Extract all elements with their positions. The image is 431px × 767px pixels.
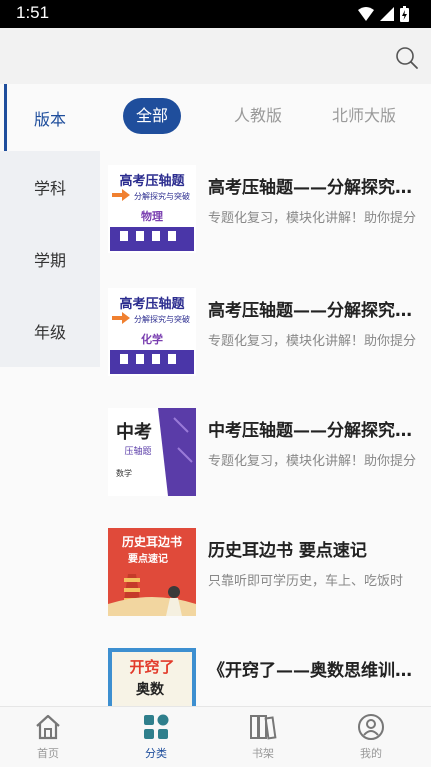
book-title: 历史耳边书 要点速记 bbox=[208, 541, 367, 561]
book-item[interactable]: 开窍了 奥数 《开窍了——奥数思维训练》 bbox=[108, 648, 431, 706]
cover-subtitle: 压轴题 bbox=[124, 445, 151, 457]
filter-sidebar: 版本 学科 学期 年级 bbox=[0, 84, 100, 367]
tab-all[interactable]: 全部 bbox=[123, 98, 181, 134]
book-item[interactable]: 高考压轴题 分解探究与突破 化学 高考压轴题——分解探究与突破 专题化复习，模块… bbox=[108, 288, 431, 388]
signal-icon bbox=[380, 7, 394, 21]
cover-heading: 高考压轴题 bbox=[119, 296, 185, 312]
status-time: 1:51 bbox=[16, 3, 50, 22]
cover-subtitle: 奥数 bbox=[136, 681, 165, 698]
book-item[interactable]: 历史耳边书 要点速记 历史耳边书 要点速记 只靠听即可学历史，车上、吃饭时 bbox=[108, 528, 431, 628]
book-cover-art: 高考压轴题 分解探究与突破 化学 bbox=[108, 288, 196, 376]
nav-home[interactable]: 首页 bbox=[18, 713, 78, 761]
cover-subject: 物理 bbox=[141, 209, 163, 223]
cover-subject: 数学 bbox=[116, 468, 132, 478]
cover-heading: 历史耳边书 bbox=[122, 534, 182, 549]
tab-pep[interactable]: 人教版 bbox=[218, 98, 298, 134]
status-bar: 1:51 bbox=[0, 0, 431, 28]
sidebar-item-label: 学期 bbox=[33, 251, 66, 270]
cover-heading: 高考压轴题 bbox=[119, 173, 185, 189]
book-description: 专题化复习，模块化讲解！助你提分 bbox=[208, 334, 417, 349]
home-icon bbox=[36, 714, 60, 740]
nav-label: 书架 bbox=[252, 747, 274, 760]
wifi-icon bbox=[358, 7, 374, 21]
book-item[interactable]: 高考压轴题 分解探究与突破 物理 高考压轴题——分解探究与突破 专题化复习，模块… bbox=[108, 165, 431, 265]
sidebar-item-label: 年级 bbox=[33, 323, 66, 342]
book-cover-art: 高考压轴题 分解探究与突破 物理 bbox=[108, 165, 196, 253]
sidebar-item-subject[interactable]: 学科 bbox=[0, 151, 100, 223]
book-title: 《开窍了——奥数思维训练》 bbox=[208, 661, 423, 681]
sidebar-item-grade[interactable]: 年级 bbox=[0, 295, 100, 367]
book-cover: 高考压轴题 分解探究与突破 物理 bbox=[108, 165, 196, 253]
nav-bookshelf[interactable]: 书架 bbox=[233, 713, 293, 761]
book-cover: 开窍了 奥数 bbox=[108, 648, 196, 706]
search-icon[interactable] bbox=[395, 46, 419, 70]
book-cover: 历史耳边书 要点速记 bbox=[108, 528, 196, 616]
cover-subject: 化学 bbox=[141, 332, 163, 346]
book-description: 只靠听即可学历史，车上、吃饭时 bbox=[208, 574, 404, 589]
cover-subtitle: 要点速记 bbox=[128, 552, 168, 565]
header bbox=[0, 28, 431, 84]
nav-label: 首页 bbox=[37, 747, 59, 760]
book-cover: 高考压轴题 分解探究与突破 化学 bbox=[108, 288, 196, 376]
nav-label: 我的 bbox=[360, 747, 382, 760]
bottom-nav: 首页 分类 书架 我的 bbox=[0, 706, 431, 767]
battery-icon bbox=[400, 6, 409, 22]
cover-subtitle: 分解探究与突破 bbox=[134, 191, 190, 201]
book-title: 高考压轴题——分解探究与突破 bbox=[208, 178, 423, 198]
book-title: 中考压轴题——分解探究与突破 bbox=[208, 421, 423, 441]
sidebar-item-label: 学科 bbox=[33, 179, 66, 198]
cover-heading: 中考 bbox=[116, 421, 152, 443]
book-cover-art: 开窍了 奥数 bbox=[108, 648, 196, 706]
book-cover-art: 中考 压轴题 数学 bbox=[108, 408, 196, 496]
book-title: 高考压轴题——分解探究与突破 bbox=[208, 301, 423, 321]
nav-category[interactable]: 分类 bbox=[126, 713, 186, 761]
book-cover: 中考 压轴题 数学 bbox=[108, 408, 196, 496]
category-icon bbox=[144, 714, 169, 739]
book-cover-art: 历史耳边书 要点速记 bbox=[108, 528, 196, 616]
sidebar-item-edition[interactable]: 版本 bbox=[0, 84, 100, 151]
nav-profile[interactable]: 我的 bbox=[341, 713, 401, 761]
tab-bnu[interactable]: 北师大版 bbox=[314, 98, 414, 134]
bookshelf-icon bbox=[250, 715, 277, 740]
cover-heading: 开窍了 bbox=[129, 658, 174, 676]
cover-subtitle: 分解探究与突破 bbox=[134, 314, 190, 324]
sidebar-item-semester[interactable]: 学期 bbox=[0, 223, 100, 295]
nav-label: 分类 bbox=[145, 747, 167, 760]
profile-icon bbox=[358, 714, 384, 740]
book-item[interactable]: 中考 压轴题 数学 中考压轴题——分解探究与突破 专题化复习，模块化讲解！助你提… bbox=[108, 408, 431, 508]
book-description: 专题化复习，模块化讲解！助你提分 bbox=[208, 211, 417, 226]
edition-tabs: 全部 人教版 北师大版 bbox=[108, 96, 431, 136]
sidebar-item-label: 版本 bbox=[33, 109, 66, 129]
book-description: 专题化复习，模块化讲解！助你提分 bbox=[208, 454, 417, 469]
status-icons bbox=[358, 6, 409, 22]
